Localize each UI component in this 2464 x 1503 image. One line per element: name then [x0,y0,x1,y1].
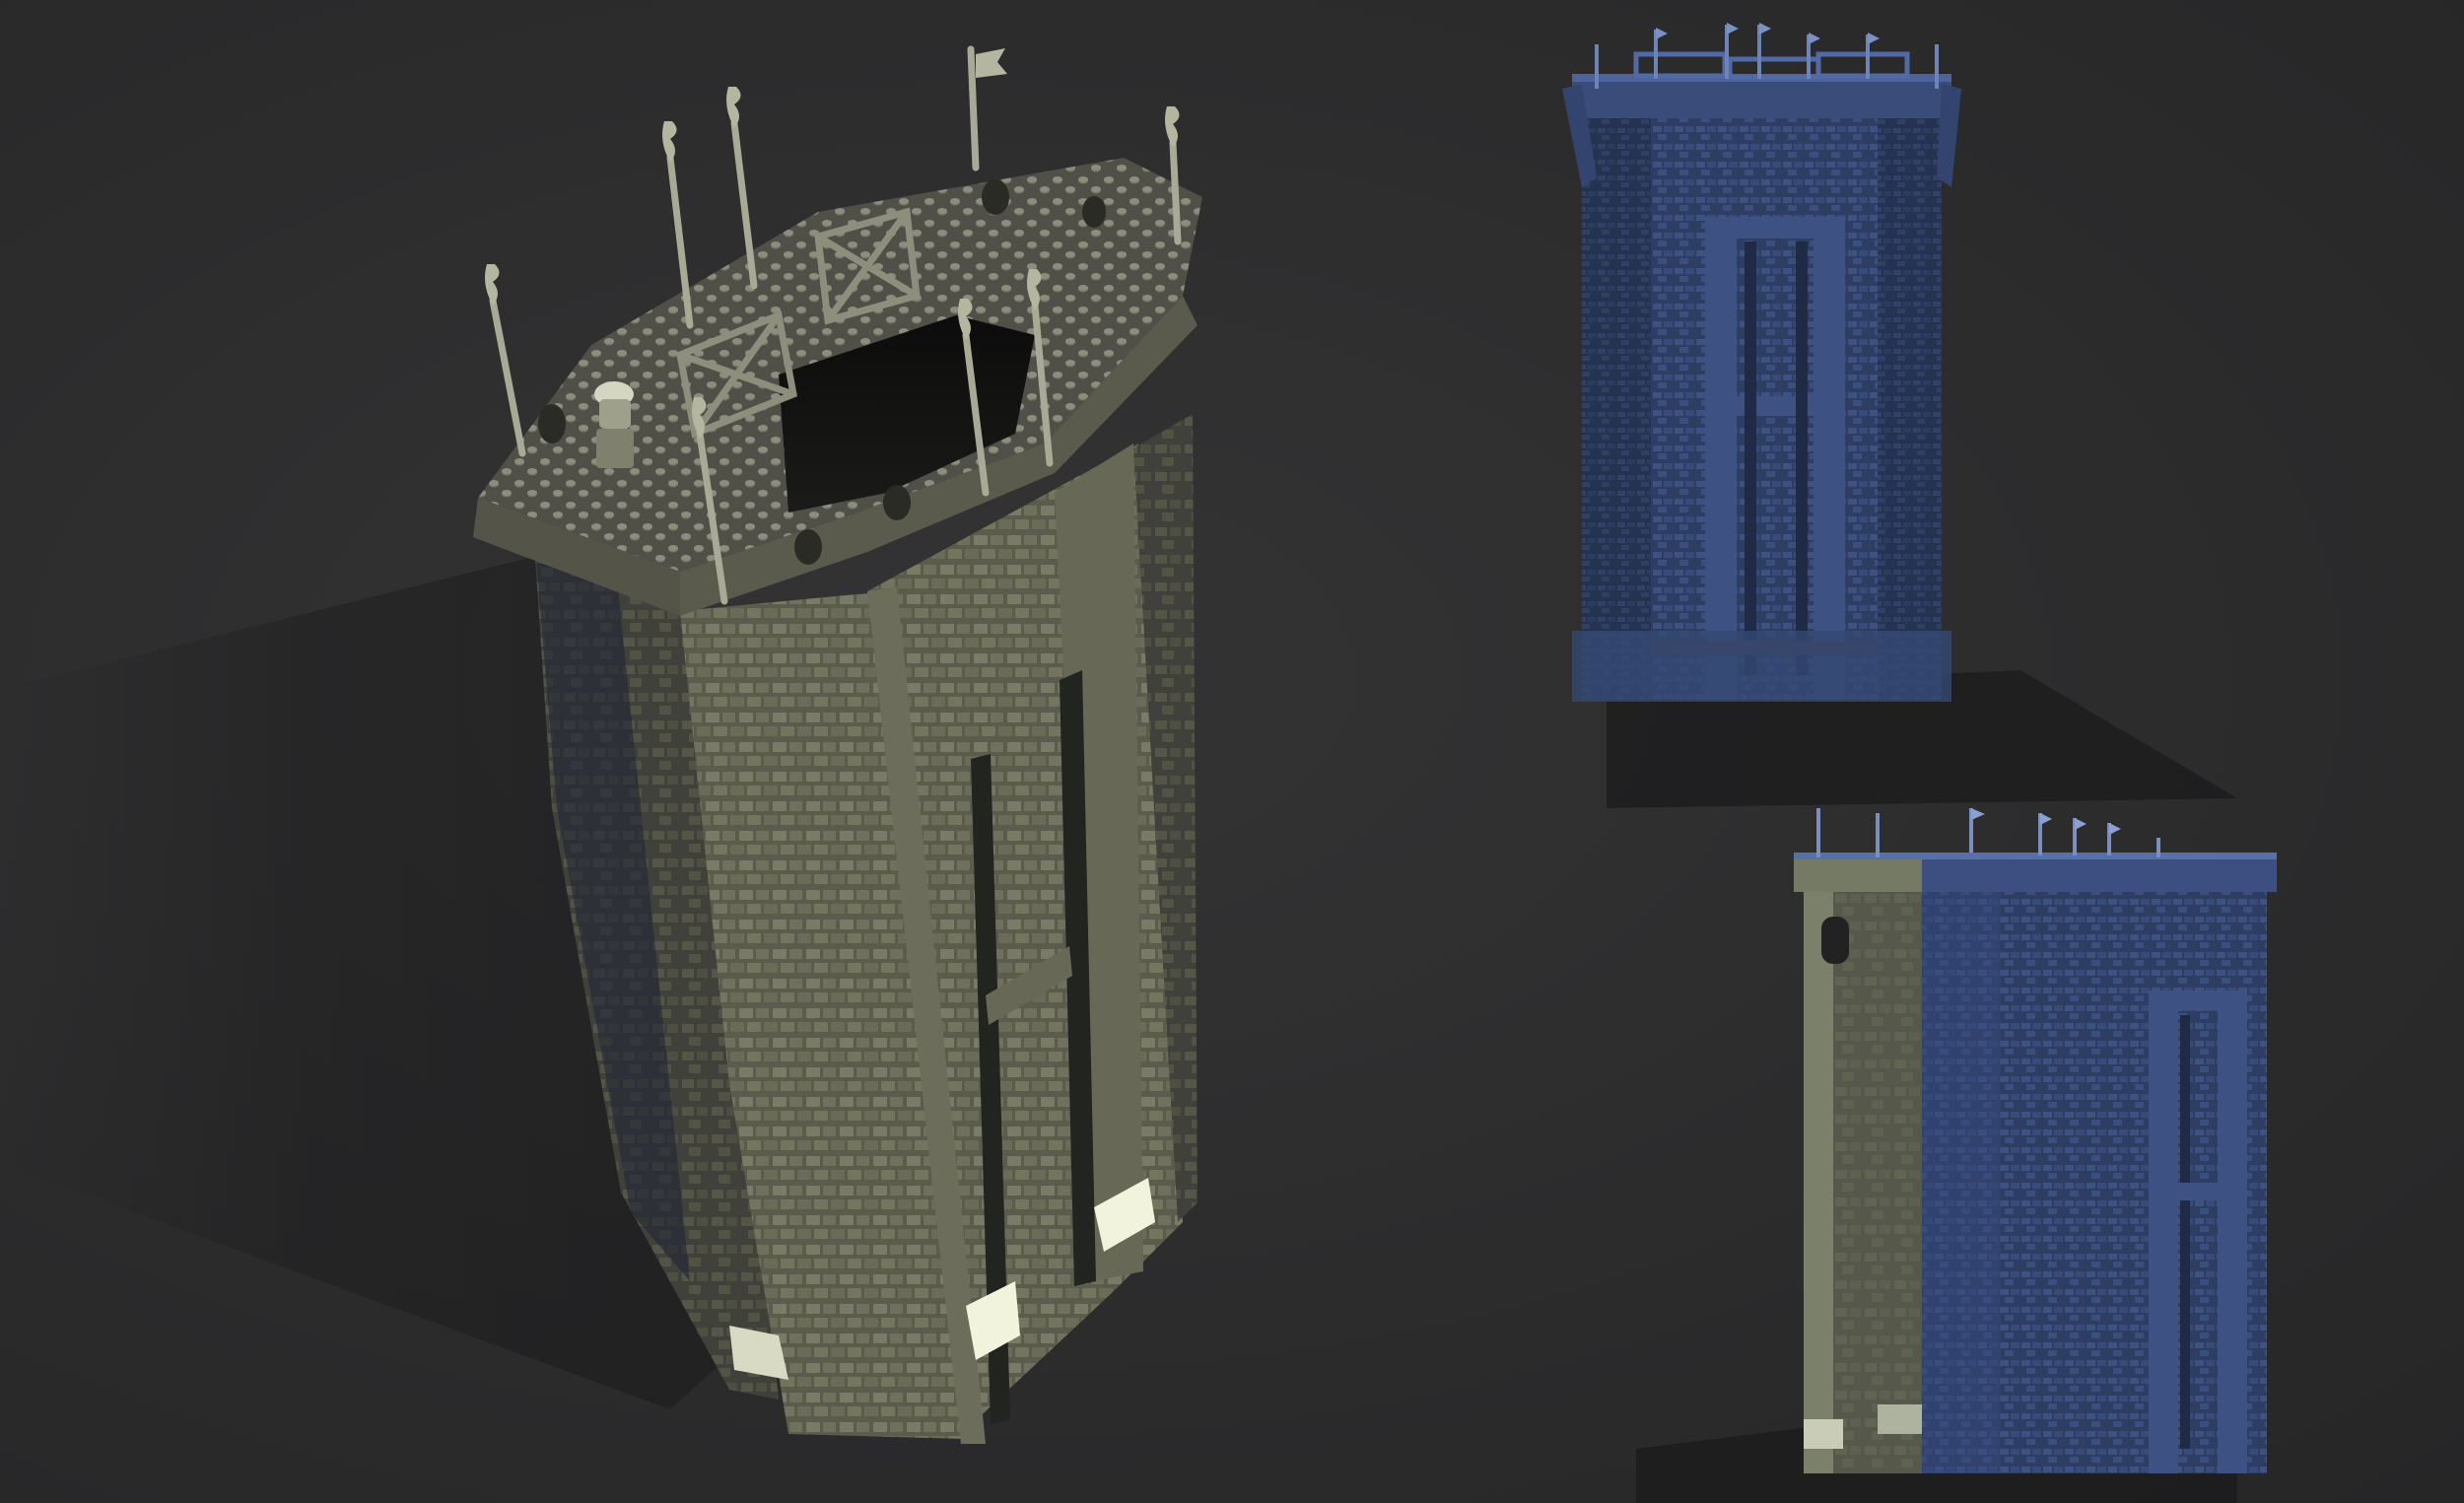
pilaster [1705,217,1737,700]
recess-slot [1745,241,1756,675]
recess-slot [1796,241,1808,675]
pilaster [2149,991,2178,1473]
render-canvas [0,0,2464,1503]
flag-poles [1816,808,2160,857]
front-view-tower-render [1478,0,2464,808]
pilaster [1814,217,1845,700]
side-view-tower-render [1478,808,2464,1503]
corner-block [1878,1404,1922,1434]
perspective-tower-render [0,0,1478,1503]
perspective-tower-image [0,45,1202,1444]
front-view-tower-image [1562,23,2237,808]
tower-window [1821,917,1849,964]
recess-slot [2180,1015,2190,1449]
side-view-tower-image [1636,808,2277,1503]
pilaster [1804,887,1833,1473]
flag-icons [1656,23,1880,44]
pilaster [2218,991,2247,1473]
minifigure [594,381,634,468]
flag-icons [1971,808,2121,835]
corner-block [1804,1419,1843,1449]
